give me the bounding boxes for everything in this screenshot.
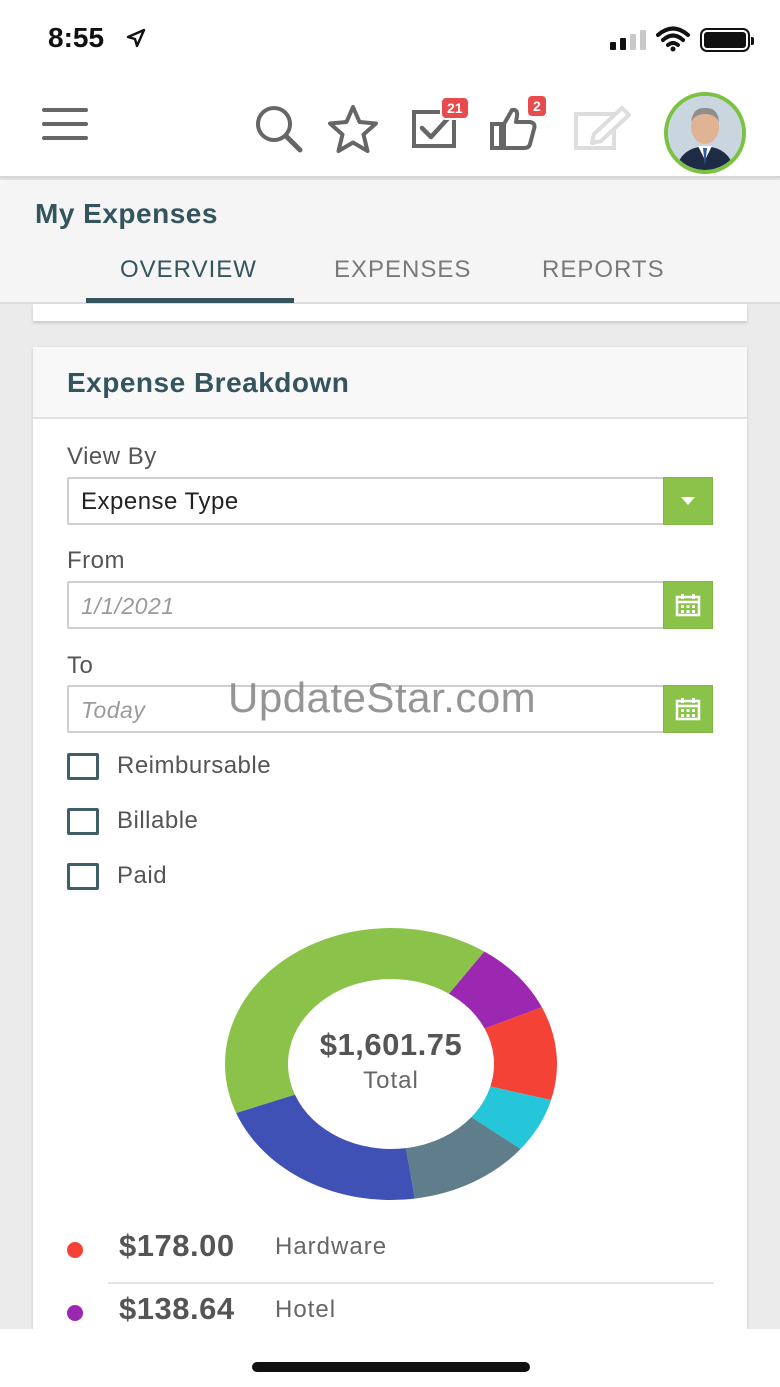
from-calendar-button[interactable] <box>663 581 713 629</box>
home-indicator[interactable] <box>252 1362 530 1372</box>
donut-slice[interactable] <box>236 1094 415 1200</box>
legend-amount: $138.64 <box>119 1291 235 1326</box>
checkbox-label: Billable <box>117 807 199 834</box>
to-label: To <box>67 652 94 679</box>
tab-expenses[interactable]: EXPENSES <box>334 256 471 284</box>
reimbursable-checkbox[interactable]: Reimbursable <box>67 752 271 780</box>
checkbox-box[interactable] <box>67 807 99 835</box>
legend-color-dot <box>67 1242 83 1258</box>
checkbox-box[interactable] <box>67 752 99 780</box>
status-time: 8:55 <box>48 22 105 53</box>
from-date-value: 1/1/2021 <box>81 593 175 619</box>
user-photo <box>668 96 742 170</box>
to-calendar-button[interactable] <box>663 685 713 733</box>
compose-edit-icon[interactable] <box>572 104 632 154</box>
legend-amount: $178.00 <box>119 1228 235 1263</box>
total-label: Total <box>363 1067 419 1094</box>
donut-center: $1,601.75 Total <box>223 1027 559 1095</box>
active-tab-indicator <box>86 298 294 303</box>
tab-overview[interactable]: OVERVIEW <box>120 256 257 284</box>
hamburger-menu-button[interactable] <box>42 108 90 144</box>
tab-reports[interactable]: REPORTS <box>542 256 665 284</box>
billable-checkbox[interactable]: Billable <box>67 807 198 835</box>
view-by-label: View By <box>67 443 157 470</box>
app-bar: 21 2 <box>0 80 780 178</box>
tasks-button[interactable]: 21 <box>412 96 470 148</box>
wifi-icon <box>656 26 690 52</box>
approvals-button[interactable]: 2 <box>490 94 548 150</box>
search-icon[interactable] <box>252 102 306 156</box>
card-title: Expense Breakdown <box>67 367 350 398</box>
checkbox-label: Paid <box>117 862 168 889</box>
caret-down-icon <box>681 497 695 505</box>
calendar-icon <box>675 698 701 721</box>
to-date-placeholder: Today <box>81 697 146 723</box>
legend-name: Hotel <box>275 1296 337 1323</box>
star-icon[interactable] <box>326 104 380 154</box>
card-header: Expense Breakdown <box>33 347 747 419</box>
total-amount: $1,601.75 <box>319 1027 463 1062</box>
tab-bar: OVERVIEW EXPENSES REPORTS <box>0 252 780 304</box>
view-by-dropdown-button[interactable] <box>663 477 713 525</box>
home-bar-area <box>0 1329 780 1387</box>
expense-breakdown-card: Expense Breakdown View By Expense Type F… <box>33 347 747 1347</box>
checkbox-box[interactable] <box>67 862 99 890</box>
user-avatar[interactable] <box>664 92 746 174</box>
legend-color-dot <box>67 1305 83 1321</box>
previous-card-bottom <box>33 304 747 321</box>
status-bar: 8:55 <box>0 0 780 80</box>
legend-name: Hardware <box>275 1233 388 1260</box>
approvals-badge: 2 <box>526 94 548 118</box>
page-header: My Expenses OVERVIEW EXPENSES REPORTS <box>0 180 780 304</box>
cellular-signal-icon <box>610 30 646 50</box>
from-date-field[interactable]: 1/1/2021 <box>67 581 713 629</box>
view-by-select[interactable]: Expense Type <box>67 477 713 525</box>
paid-checkbox[interactable]: Paid <box>67 862 167 890</box>
from-label: From <box>67 547 125 574</box>
watermark-text: UpdateStar.com <box>228 674 537 721</box>
tasks-badge: 21 <box>440 96 470 120</box>
page-title: My Expenses <box>35 198 218 229</box>
calendar-icon <box>675 594 701 617</box>
location-arrow-icon <box>126 28 146 48</box>
checkbox-label: Reimbursable <box>117 752 272 779</box>
legend-item-hardware[interactable]: $178.00 Hardware <box>33 1220 747 1284</box>
battery-icon <box>700 28 754 52</box>
view-by-value: Expense Type <box>81 488 239 515</box>
